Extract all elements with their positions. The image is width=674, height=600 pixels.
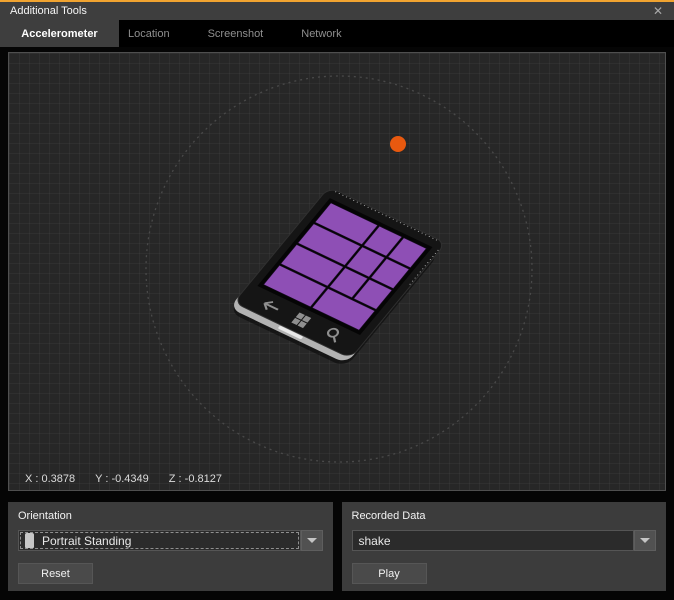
orientation-dropdown-button[interactable] (301, 530, 323, 551)
bottom-panels: Orientation Portrait Standing Reset Reco… (8, 502, 666, 591)
titlebar[interactable]: Additional Tools ✕ (0, 0, 674, 20)
phone-3d[interactable] (227, 187, 448, 368)
orientation-panel-title: Orientation (18, 510, 323, 522)
tab-network[interactable]: Network (301, 20, 341, 47)
window-title: Additional Tools (10, 5, 87, 17)
close-icon: ✕ (653, 4, 663, 18)
additional-tools-window: Additional Tools ✕ Accelerometer Locatio… (0, 0, 674, 600)
recorded-data-panel-title: Recorded Data (352, 510, 657, 522)
recorded-data-panel: Recorded Data shake Play (342, 502, 667, 591)
close-button[interactable]: ✕ (648, 3, 668, 19)
orientation-dropdown-value: Portrait Standing (42, 534, 131, 548)
reset-button[interactable]: Reset (18, 563, 93, 584)
accelerometer-dot[interactable] (390, 136, 406, 152)
readout-x: X : 0.3878 (25, 473, 75, 485)
phone-portrait-icon (25, 533, 34, 548)
orientation-dropdown[interactable]: Portrait Standing (18, 530, 301, 551)
play-button[interactable]: Play (352, 563, 427, 584)
orientation-combo: Portrait Standing (18, 530, 323, 551)
tab-location[interactable]: Location (128, 20, 170, 47)
chevron-down-icon (307, 538, 317, 543)
tab-bar: Accelerometer Location Screenshot Networ… (0, 20, 674, 47)
recorded-data-dropdown[interactable]: shake (352, 530, 635, 551)
accelerometer-canvas[interactable]: X : 0.3878 Y : -0.4349 Z : -0.8127 (8, 52, 666, 491)
recorded-data-combo: shake (352, 530, 657, 551)
recorded-data-dropdown-value: shake (359, 534, 391, 548)
recorded-data-dropdown-button[interactable] (634, 530, 656, 551)
tab-screenshot[interactable]: Screenshot (208, 20, 264, 47)
chevron-down-icon (640, 538, 650, 543)
readout-y: Y : -0.4349 (95, 473, 149, 485)
readout-z: Z : -0.8127 (169, 473, 222, 485)
axis-readout: X : 0.3878 Y : -0.4349 Z : -0.8127 (25, 473, 222, 485)
tab-accelerometer[interactable]: Accelerometer (0, 20, 119, 47)
orientation-panel: Orientation Portrait Standing Reset (8, 502, 333, 591)
